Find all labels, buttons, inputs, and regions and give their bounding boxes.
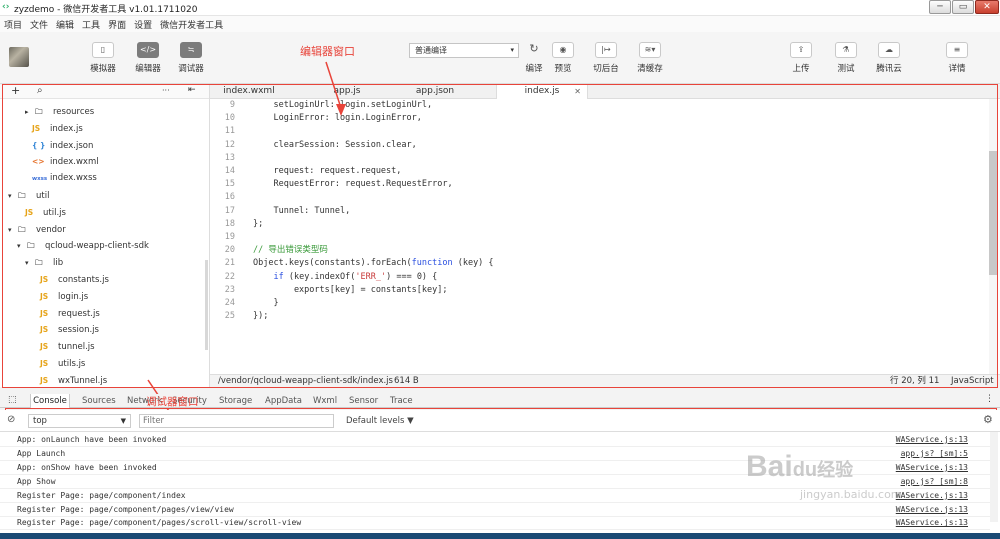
clear-console-icon[interactable]: ⊘ (7, 414, 15, 425)
context-select[interactable]: top ▼ (28, 414, 131, 428)
more-vertical-icon[interactable]: ⋮ (985, 394, 994, 404)
watermark-url: jingyan.baidu.com (800, 488, 902, 501)
tab-sensor[interactable]: Sensor (349, 394, 378, 408)
log-source-link[interactable]: WAService.js:13 (896, 433, 968, 447)
log-source-link[interactable]: app.js? [sm]:5 (901, 447, 968, 461)
log-message: App: onLaunch have been invoked (17, 435, 167, 444)
log-message: App Show (17, 476, 56, 486)
tab-sources[interactable]: Sources (82, 394, 116, 408)
console-scrollbar[interactable] (990, 432, 998, 522)
chevron-down-icon: ▼ (120, 417, 126, 425)
tab-console[interactable]: Console (30, 394, 70, 408)
log-message: Register Page: page/component/pages/view… (17, 504, 234, 514)
console-log-row: App: onLaunch have been invoked WAService… (0, 433, 990, 447)
tab-trace[interactable]: Trace (390, 394, 413, 408)
log-message: Register Page: page/component/pages/scro… (17, 518, 302, 528)
inspect-icon[interactable]: ⬚ (8, 395, 17, 405)
baidu-watermark: Baidu经验 (746, 450, 854, 483)
log-source-link[interactable]: WAService.js:13 (896, 489, 968, 503)
log-message: Register Page: page/component/index (17, 490, 186, 500)
log-levels-select[interactable]: Default levels ▼ (346, 416, 414, 426)
log-message: App: onShow have been invoked (17, 462, 157, 472)
gear-icon[interactable]: ⚙ (983, 413, 993, 426)
log-source-link[interactable]: WAService.js:13 (896, 503, 968, 517)
tab-appdata[interactable]: AppData (265, 394, 302, 408)
tab-wxml[interactable]: Wxml (313, 394, 337, 408)
console-log-row: Register Page: page/component/pages/view… (0, 503, 990, 517)
console-filter-bar: ⊘ top ▼ Default levels ▼ ⚙ (0, 410, 1000, 432)
log-source-link[interactable]: app.js? [sm]:8 (901, 475, 968, 489)
os-taskbar (0, 533, 1000, 539)
tab-storage[interactable]: Storage (219, 394, 252, 408)
console-filter-input[interactable] (139, 414, 334, 428)
log-source-link[interactable]: WAService.js:13 (896, 516, 968, 530)
console-log-row: Register Page: page/component/pages/scro… (0, 516, 990, 531)
debugger-window-annotation: 调试器窗口 (146, 396, 199, 408)
log-source-link[interactable]: WAService.js:13 (896, 461, 968, 475)
log-message: App Launch (17, 448, 66, 458)
